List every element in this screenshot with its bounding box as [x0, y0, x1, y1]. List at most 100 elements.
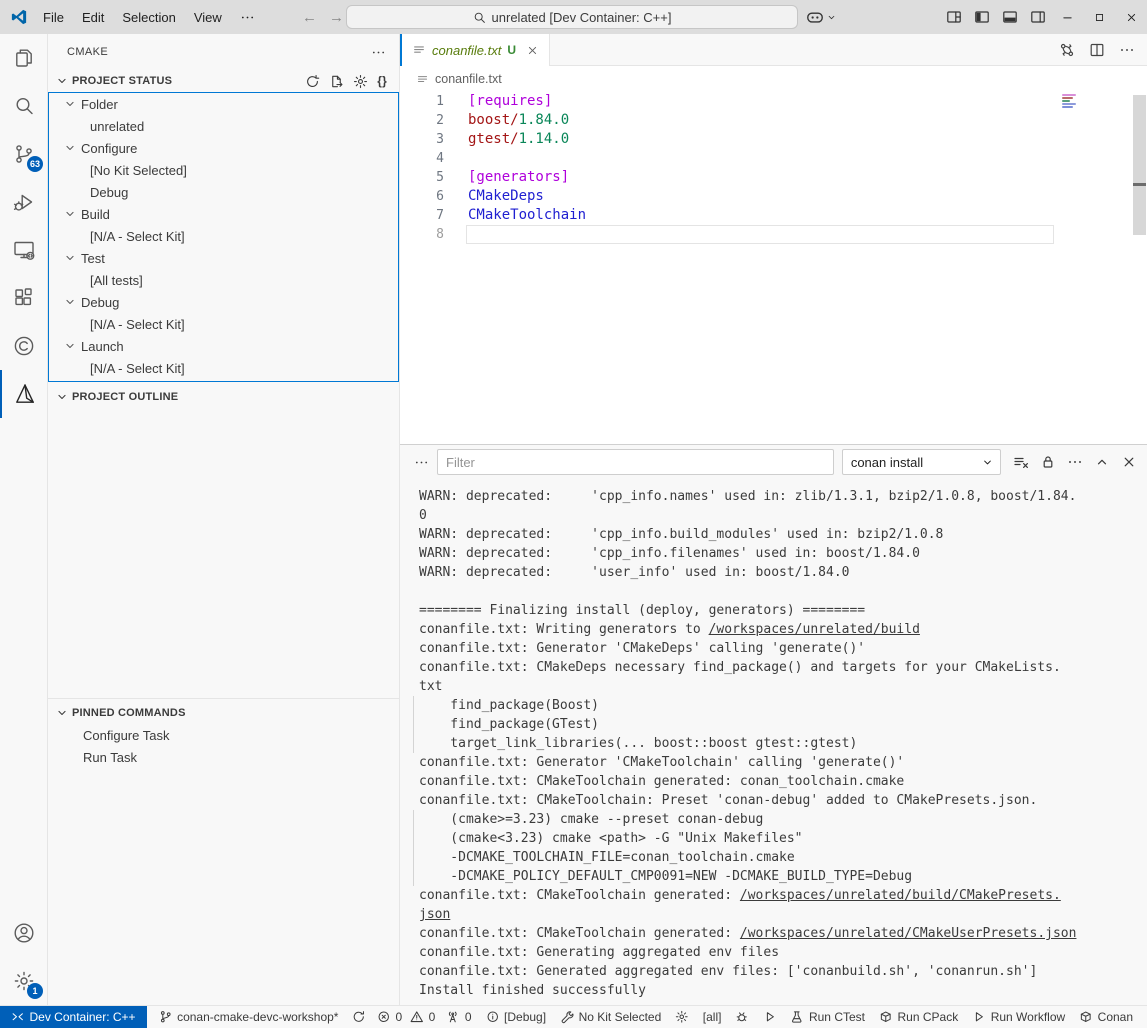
section-project-status[interactable]: PROJECT STATUS {}: [48, 70, 399, 92]
copilot-menu[interactable]: [806, 8, 837, 26]
project-status-actions: {}: [305, 74, 387, 89]
editor-actions: [1059, 34, 1135, 66]
minimap[interactable]: [1062, 94, 1080, 109]
section-project-outline[interactable]: PROJECT OUTLINE: [48, 386, 399, 408]
code-area[interactable]: 1[requires]2boost/1.84.03gtest/1.14.045[…: [400, 92, 1147, 444]
menu-edit[interactable]: Edit: [73, 6, 113, 29]
statusbar-item-cmake-build-target[interactable]: [all]: [696, 1006, 729, 1028]
activitybar-item-source-control[interactable]: 63: [0, 130, 48, 178]
activitybar-item-manage[interactable]: 1: [0, 957, 48, 1005]
status-label: [all]: [703, 1010, 722, 1024]
statusbar-item-cmake-launch[interactable]: [756, 1006, 784, 1028]
forward-icon[interactable]: →: [329, 9, 344, 26]
layout-sidebar-right-icon[interactable]: [1030, 9, 1046, 25]
lock-icon[interactable]: [1040, 454, 1056, 470]
activitybar-item-extensions[interactable]: [0, 274, 48, 322]
activitybar-item-explorer[interactable]: [0, 34, 48, 82]
close-icon[interactable]: [1121, 454, 1137, 470]
menu-selection[interactable]: Selection: [113, 6, 184, 29]
pinned-command[interactable]: Run Task: [48, 746, 399, 768]
output-line: 0: [400, 506, 1147, 525]
editor-scrollbar[interactable]: [1133, 95, 1146, 235]
statusbar-item-problems-warnings[interactable]: 0: [406, 1006, 439, 1028]
menu-view[interactable]: View: [185, 6, 231, 29]
tree-item[interactable]: [N/A - Select Kit]: [49, 313, 398, 335]
layout-sidebar-left-icon[interactable]: [974, 9, 990, 25]
status-label: 0: [429, 1010, 436, 1024]
tree-item[interactable]: Debug: [49, 181, 398, 203]
statusbar-item-run-cpack[interactable]: Run CPack: [872, 1006, 965, 1028]
play-icon: [763, 1010, 777, 1024]
statusbar-item-remote-indicator[interactable]: Dev Container: C++: [0, 1006, 147, 1028]
panel-more-actions-icon[interactable]: [406, 455, 437, 470]
tree-item[interactable]: [All tests]: [49, 269, 398, 291]
kebab-icon[interactable]: [1067, 454, 1083, 470]
tree-item[interactable]: Configure: [49, 137, 398, 159]
maximize-button[interactable]: [1083, 0, 1115, 34]
statusbar-item-conan-status[interactable]: Conan: [1072, 1006, 1140, 1028]
layout-customize-icon[interactable]: [946, 9, 962, 25]
activitybar-item-cmake-tools[interactable]: [0, 370, 48, 418]
tree-item[interactable]: Launch: [49, 335, 398, 357]
tree-item[interactable]: [N/A - Select Kit]: [49, 357, 398, 379]
output-filter-input[interactable]: [437, 449, 834, 475]
layout-panel-icon[interactable]: [1002, 9, 1018, 25]
command-center-search[interactable]: unrelated [Dev Container: C++]: [346, 5, 798, 29]
sidebar-more-actions-icon[interactable]: [371, 45, 386, 60]
refresh-icon[interactable]: [305, 74, 320, 89]
back-icon[interactable]: ←: [302, 9, 317, 26]
open-changes-icon[interactable]: [1059, 42, 1075, 58]
gear-icon[interactable]: [353, 74, 368, 89]
close-tab-icon[interactable]: [526, 44, 539, 57]
statusbar-item-cmake-kit[interactable]: No Kit Selected: [553, 1006, 668, 1028]
code-text: [generators]: [468, 168, 569, 187]
statusbar-item-git-branch[interactable]: conan-cmake-devc-workshop*: [152, 1006, 346, 1028]
tab-conanfile[interactable]: conanfile.txt U: [400, 34, 550, 66]
tree-item[interactable]: unrelated: [49, 115, 398, 137]
tree-item[interactable]: [No Kit Selected]: [49, 159, 398, 181]
output-link[interactable]: json: [419, 907, 450, 922]
tree-item[interactable]: Build: [49, 203, 398, 225]
menu-file[interactable]: File: [34, 6, 73, 29]
output-link[interactable]: /workspaces/unrelated/build: [709, 622, 920, 637]
clear-output-icon[interactable]: [1013, 454, 1029, 470]
output-panel: conan install WARN: deprecated: 'cpp_inf…: [400, 444, 1147, 1005]
braces-icon[interactable]: {}: [377, 74, 387, 88]
output-log[interactable]: WARN: deprecated: 'cpp_info.names' used …: [400, 481, 1147, 1005]
menu-overflow-icon[interactable]: [231, 6, 264, 29]
code-line: 7CMakeToolchain: [400, 206, 1147, 225]
tree-item[interactable]: Folder: [49, 93, 398, 115]
statusbar-item-run-workflow[interactable]: Run Workflow: [965, 1006, 1072, 1028]
account-icon: [12, 921, 36, 945]
output-channel-select[interactable]: conan install: [842, 449, 1001, 475]
beaker-icon: [790, 1010, 804, 1024]
tree-item-label: [N/A - Select Kit]: [90, 229, 185, 244]
output-link[interactable]: /workspaces/unrelated/CMakeUserPresets.j…: [740, 926, 1077, 941]
output-link[interactable]: /workspaces/unrelated/build/CMakePresets…: [740, 888, 1061, 903]
breadcrumb[interactable]: conanfile.txt: [400, 66, 1147, 92]
minimize-button[interactable]: [1051, 0, 1083, 34]
statusbar-item-cmake-variant[interactable]: [Debug]: [479, 1006, 554, 1028]
statusbar-item-problems-errors[interactable]: 0: [373, 1006, 406, 1028]
statusbar-item-forwarded-ports[interactable]: 0: [439, 1006, 478, 1028]
statusbar-item-cmake-settings[interactable]: [668, 1006, 696, 1028]
chevron-up-icon[interactable]: [1094, 454, 1110, 470]
activitybar-item-accounts[interactable]: [0, 909, 48, 957]
activitybar-item-remote-explorer[interactable]: [0, 226, 48, 274]
statusbar-item-run-ctest[interactable]: Run CTest: [783, 1006, 872, 1028]
file-config-icon[interactable]: [329, 74, 344, 89]
tree-item[interactable]: Debug: [49, 291, 398, 313]
section-pinned-commands[interactable]: PINNED COMMANDS: [48, 702, 399, 724]
activitybar-item-run-and-debug[interactable]: [0, 178, 48, 226]
tree-item[interactable]: Test: [49, 247, 398, 269]
statusbar-item-cmake-debug[interactable]: [728, 1006, 756, 1028]
kebab-icon[interactable]: [1119, 42, 1135, 58]
activitybar-item-search[interactable]: [0, 82, 48, 130]
activitybar-item-conan[interactable]: [0, 322, 48, 370]
close-button[interactable]: [1115, 0, 1147, 34]
tree-item[interactable]: [N/A - Select Kit]: [49, 225, 398, 247]
pinned-command[interactable]: Configure Task: [48, 724, 399, 746]
split-editor-icon[interactable]: [1089, 42, 1105, 58]
output-line: txt: [400, 677, 1147, 696]
statusbar-item-git-sync[interactable]: [345, 1006, 373, 1028]
